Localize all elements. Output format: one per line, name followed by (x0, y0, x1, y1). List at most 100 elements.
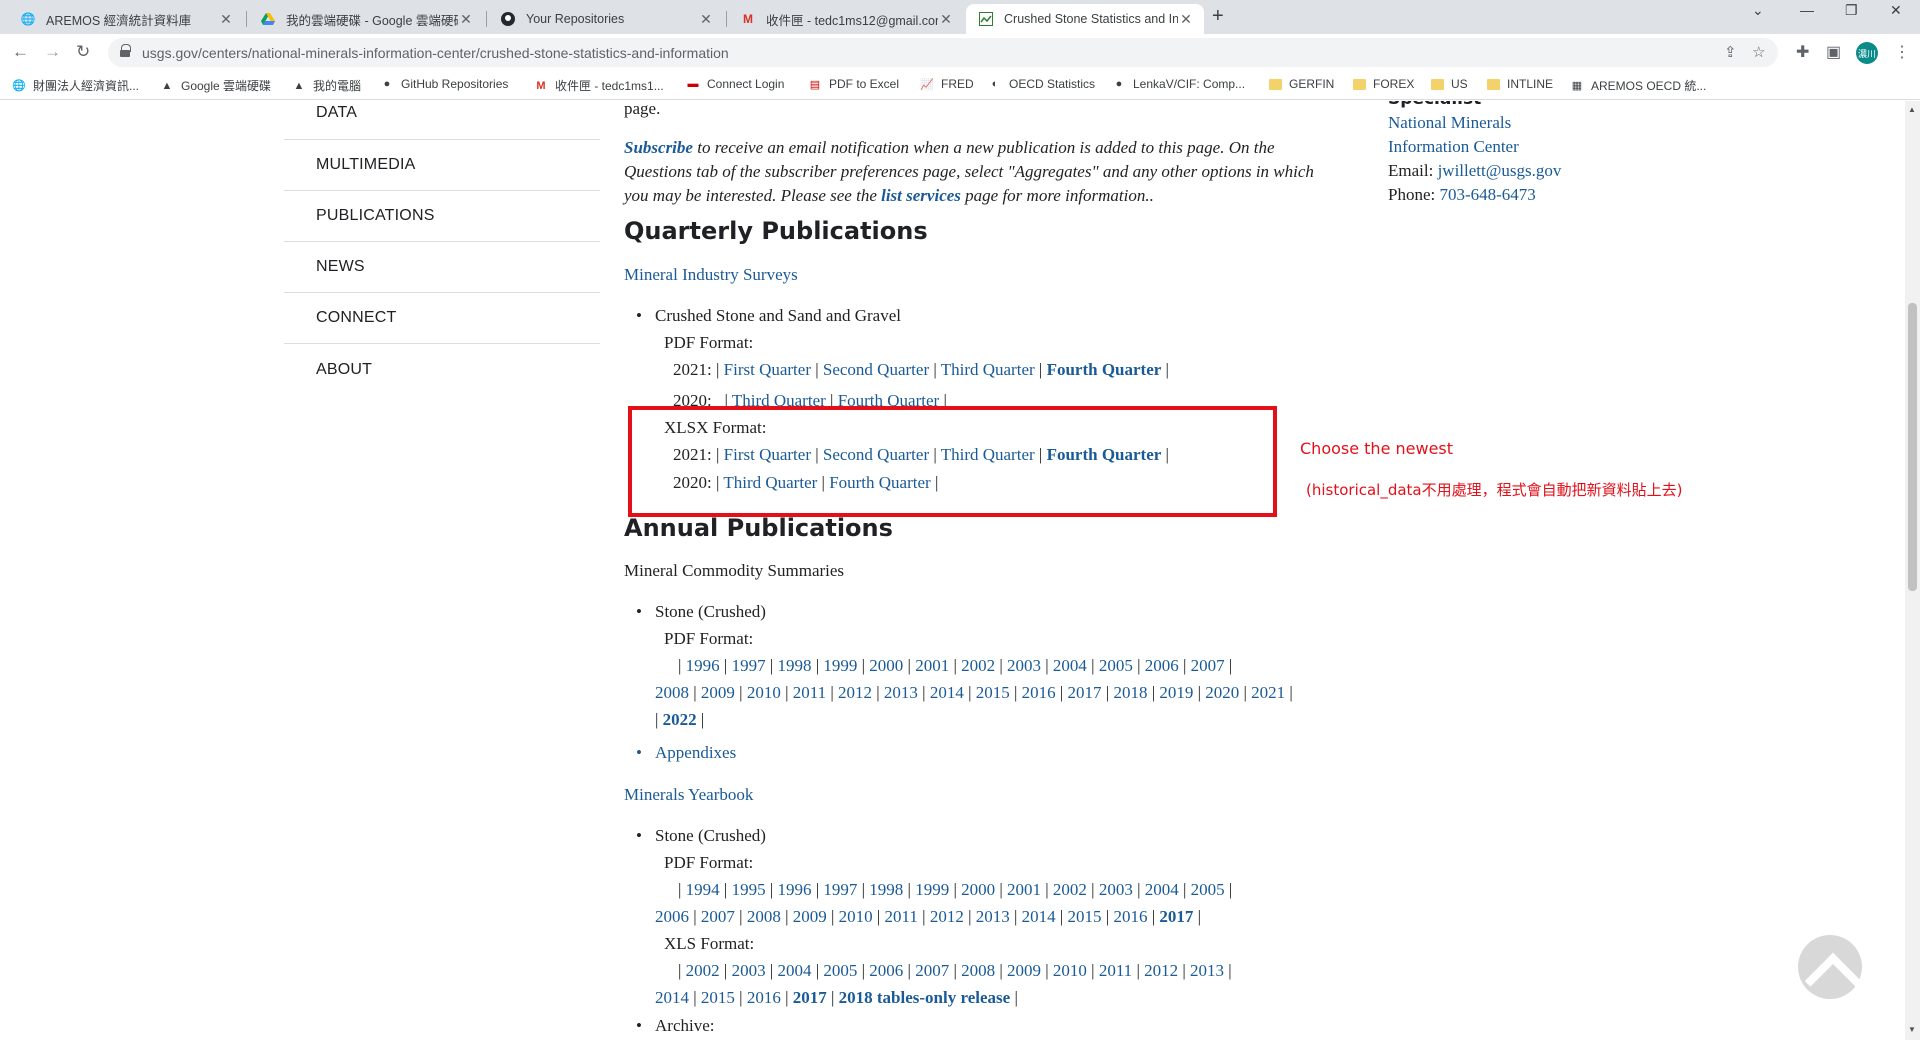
year-link[interactable]: 2012 (930, 907, 964, 926)
mcs-2022-link[interactable]: 2022 (663, 710, 697, 729)
avatar[interactable]: 濃川 (1856, 42, 1878, 64)
pdf-2021-q4-link[interactable]: Fourth Quarter (1047, 360, 1162, 379)
year-link[interactable]: 2007 (915, 961, 949, 980)
url-text[interactable]: usgs.gov/centers/national-minerals-infor… (142, 45, 729, 61)
year-link[interactable]: 2002 (686, 961, 720, 980)
year-link[interactable]: 2019 (1159, 683, 1193, 702)
year-link[interactable]: 1996 (686, 656, 720, 675)
year-link[interactable]: 2012 (1144, 961, 1178, 980)
year-link[interactable]: 2015 (1068, 907, 1102, 926)
year-link[interactable]: 2009 (701, 683, 735, 702)
year-link[interactable]: 2005 (1099, 656, 1133, 675)
bookmark-item[interactable]: 📈 FRED (920, 77, 974, 91)
bookmark-star-icon[interactable]: ☆ (1752, 43, 1765, 61)
year-link[interactable]: 2004 (1053, 656, 1087, 675)
tab-google-drive[interactable]: 我的雲端硬碟 - Google 雲端硬碟 ✕ (248, 4, 484, 34)
year-link[interactable]: 2014 (655, 988, 689, 1007)
year-link[interactable]: 2015 (701, 988, 735, 1007)
bookmark-item[interactable]: ▤ PDF to Excel (808, 77, 899, 91)
back-to-top-button[interactable] (1798, 935, 1862, 999)
year-link[interactable]: 1999 (915, 880, 949, 899)
phone-link[interactable]: 703-648-6473 (1439, 185, 1535, 204)
bookmark-folder[interactable]: FOREX (1352, 77, 1414, 91)
page-scrollbar[interactable]: ▲ ▼ (1905, 101, 1920, 1040)
year-link[interactable]: 1998 (869, 880, 903, 899)
year-link[interactable]: 2003 (732, 961, 766, 980)
year-link[interactable]: 2016 (747, 988, 781, 1007)
nav-publications[interactable]: PUBLICATIONS (284, 191, 600, 242)
nmic-link[interactable]: National Minerals (1388, 113, 1511, 132)
year-link[interactable]: 2013 (1190, 961, 1224, 980)
year-link[interactable]: 2010 (839, 907, 873, 926)
year-link[interactable]: 2004 (777, 961, 811, 980)
year-link[interactable]: 2005 (1191, 880, 1225, 899)
year-link[interactable]: 1996 (777, 880, 811, 899)
year-link[interactable]: 2008 (961, 961, 995, 980)
pdf-2020-q3-link[interactable]: Third Quarter (732, 391, 826, 406)
year-link[interactable]: 2005 (823, 961, 857, 980)
year-links[interactable]: 2006 | 2007 | 2008 | 2009 | 2010 | 2011 … (655, 907, 1201, 926)
nav-news[interactable]: NEWS (284, 242, 600, 293)
bookmark-folder[interactable]: US (1430, 77, 1468, 91)
bookmark-item[interactable]: ▬ Connect Login (686, 77, 785, 91)
minimize-icon[interactable]: — (1800, 2, 1814, 18)
pdf-2021-q2-link[interactable]: Second Quarter (823, 360, 929, 379)
year-link[interactable]: 2015 (976, 683, 1010, 702)
year-link[interactable]: 2018 (1113, 683, 1147, 702)
mineral-industry-surveys-link[interactable]: Mineral Industry Surveys (624, 265, 798, 285)
tab-aremos[interactable]: 🌐 AREMOS 經濟統計資料庫 ✕ (8, 4, 244, 34)
year-link[interactable]: 2002 (961, 656, 995, 675)
year-link[interactable]: 2014 (1022, 907, 1056, 926)
year-link[interactable]: 2008 (655, 683, 689, 702)
pdf-2020-q4-link[interactable]: Fourth Quarter (838, 391, 940, 406)
forward-icon[interactable]: → (44, 42, 61, 62)
year-link[interactable]: 2017 (793, 988, 827, 1007)
scroll-up-icon[interactable]: ▲ (1908, 105, 1916, 114)
year-link[interactable]: 2011 (885, 907, 918, 926)
bookmark-folder[interactable]: INTLINE (1486, 77, 1553, 91)
year-link[interactable]: 1999 (823, 656, 857, 675)
scroll-down-icon[interactable]: ▼ (1908, 1025, 1916, 1034)
year-link[interactable]: 1997 (732, 656, 766, 675)
share-icon[interactable]: ⇪ (1724, 43, 1737, 61)
tab-gmail[interactable]: M 收件匣 - tedc1ms12@gmail.com ✕ (728, 4, 964, 34)
list-services-link[interactable]: list services (881, 186, 961, 205)
year-link[interactable]: 2016 (1113, 907, 1147, 926)
pdf-2021-q3-link[interactable]: Third Quarter (941, 360, 1035, 379)
year-link[interactable]: 2014 (930, 683, 964, 702)
year-link[interactable]: 2009 (1007, 961, 1041, 980)
year-link[interactable]: 2013 (976, 907, 1010, 926)
tab-crushed-stone[interactable]: Crushed Stone Statistics and Information… (966, 4, 1204, 34)
year-link[interactable]: 1997 (823, 880, 857, 899)
year-link[interactable]: 1998 (777, 656, 811, 675)
year-links[interactable]: 1996 | 1997 | 1998 | 1999 | 2000 | 2001 … (686, 656, 1233, 675)
new-tab-button[interactable]: + (1212, 5, 1224, 28)
year-link[interactable]: 2010 (747, 683, 781, 702)
close-tab-icon[interactable]: ✕ (698, 11, 714, 28)
tab-search-icon[interactable]: ⌄ (1752, 2, 1764, 19)
appendixes-link[interactable]: Appendixes (636, 743, 736, 763)
year-link[interactable]: 2012 (838, 683, 872, 702)
close-tab-icon[interactable]: ✕ (938, 11, 954, 28)
scrollbar-thumb[interactable] (1908, 303, 1917, 591)
year-link[interactable]: 2016 (1022, 683, 1056, 702)
year-link[interactable]: 2017 (1159, 907, 1193, 926)
year-link[interactable]: 2000 (961, 880, 995, 899)
year-links[interactable]: 2008 | 2009 | 2010 | 2011 | 2012 | 2013 … (655, 683, 1293, 702)
bookmark-folder[interactable]: GERFIN (1268, 77, 1334, 91)
extensions-icon[interactable]: ✚ (1796, 42, 1809, 62)
year-link[interactable]: 2013 (884, 683, 918, 702)
close-window-icon[interactable]: ✕ (1890, 2, 1902, 19)
bookmark-item[interactable]: ▲ 我的電腦 (292, 77, 361, 94)
nmic-link-2[interactable]: Information Center (1388, 137, 1519, 156)
year-link[interactable]: 2018 tables-only release (839, 988, 1011, 1007)
year-links[interactable]: 2002 | 2003 | 2004 | 2005 | 2006 | 2007 … (686, 961, 1232, 980)
email-link[interactable]: jwillett@usgs.gov (1438, 161, 1562, 180)
minerals-yearbook-link[interactable]: Minerals Yearbook (624, 785, 753, 805)
year-link[interactable]: 2017 (1068, 683, 1102, 702)
year-link[interactable]: 2011 (793, 683, 826, 702)
year-link[interactable]: 2007 (1191, 656, 1225, 675)
year-links[interactable]: 1994 | 1995 | 1996 | 1997 | 1998 | 1999 … (686, 880, 1233, 899)
bookmark-item[interactable]: 🌐 財團法人經濟資訊... (12, 77, 139, 94)
nav-data[interactable]: DATA (284, 101, 600, 140)
